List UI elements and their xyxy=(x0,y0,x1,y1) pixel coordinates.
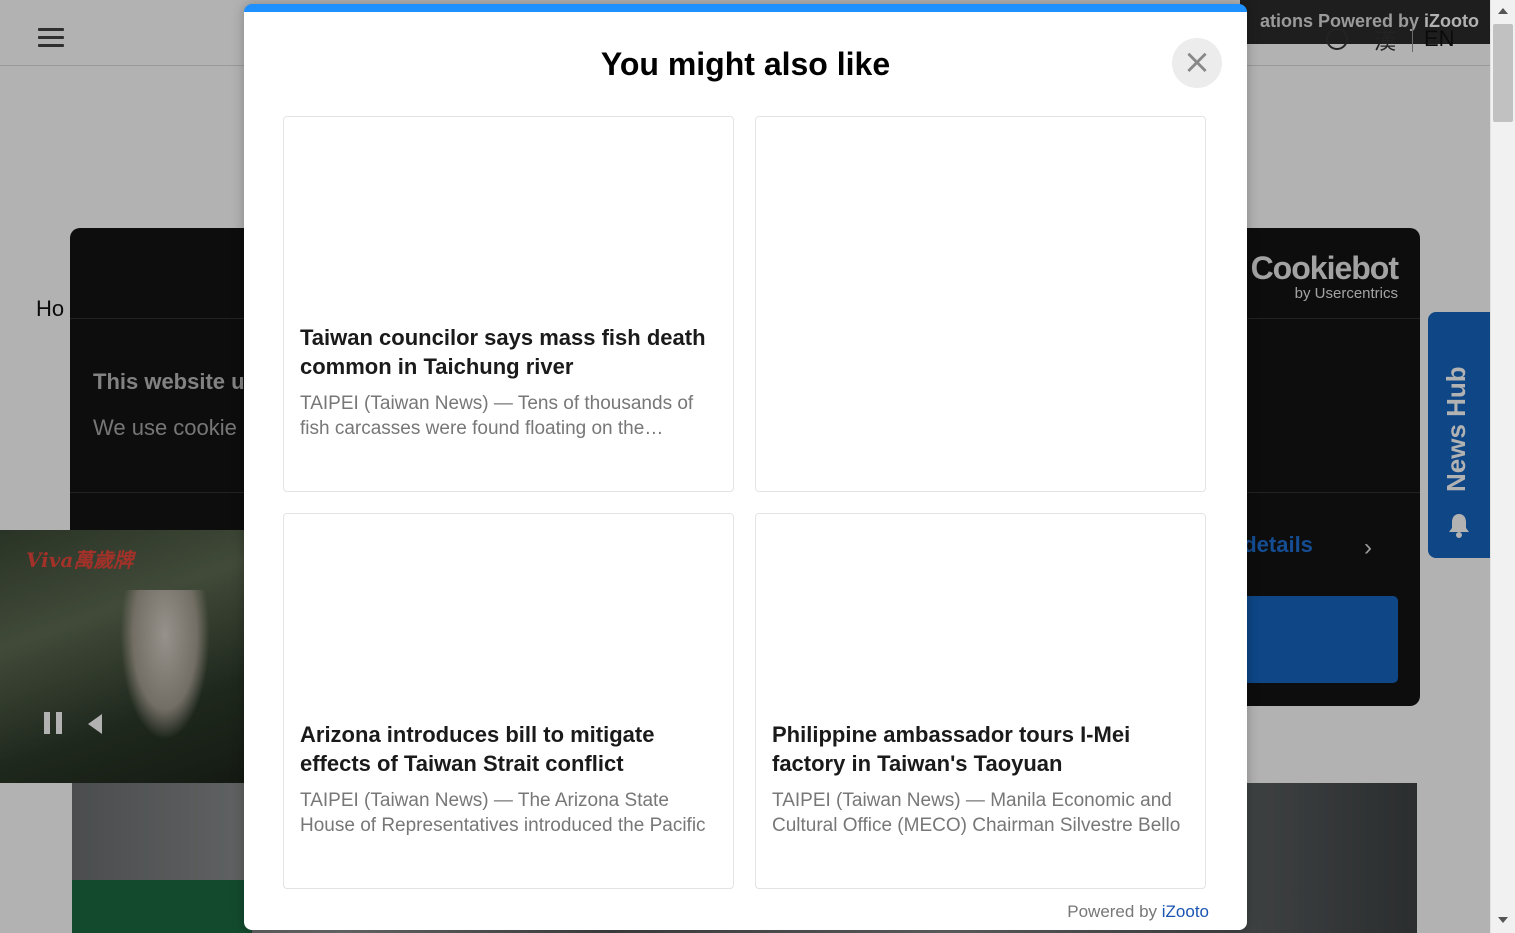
scroll-thumb[interactable] xyxy=(1493,24,1513,122)
card-title[interactable]: Taiwan councilor says mass fish death co… xyxy=(300,323,720,381)
recommendation-modal: You might also like × Taiwan councilor s… xyxy=(244,4,1247,930)
recommendation-card[interactable]: Taiwan councilor says mass fish death co… xyxy=(283,116,734,492)
izooto-link[interactable]: iZooto xyxy=(1162,902,1209,921)
card-image[interactable] xyxy=(284,514,733,712)
card-description[interactable]: TAIPEI (Taiwan News) — Tens of thousands… xyxy=(300,391,720,441)
card-image[interactable] xyxy=(756,117,1205,491)
close-button[interactable]: × xyxy=(1172,38,1222,88)
powered-by-text: Powered by xyxy=(1067,902,1162,921)
card-description[interactable]: TAIPEI (Taiwan News) — Manila Economic a… xyxy=(772,788,1192,838)
recommendation-card[interactable] xyxy=(755,116,1206,492)
card-image[interactable] xyxy=(284,117,733,315)
scroll-down-icon[interactable] xyxy=(1498,917,1508,923)
card-title[interactable]: Philippine ambassador tours I-Mei factor… xyxy=(772,720,1192,778)
card-image[interactable] xyxy=(756,514,1205,712)
recommendation-card[interactable]: Arizona introduces bill to mitigate effe… xyxy=(283,513,734,889)
modal-title: You might also like xyxy=(600,46,891,82)
powered-by: Powered by iZooto xyxy=(1067,902,1209,922)
recommendation-card[interactable]: Philippine ambassador tours I-Mei factor… xyxy=(755,513,1206,889)
card-title[interactable]: Arizona introduces bill to mitigate effe… xyxy=(300,720,720,778)
card-description[interactable]: TAIPEI (Taiwan News) — The Arizona State… xyxy=(300,788,720,838)
page-scrollbar[interactable] xyxy=(1490,0,1515,933)
scroll-up-icon[interactable] xyxy=(1498,8,1508,14)
